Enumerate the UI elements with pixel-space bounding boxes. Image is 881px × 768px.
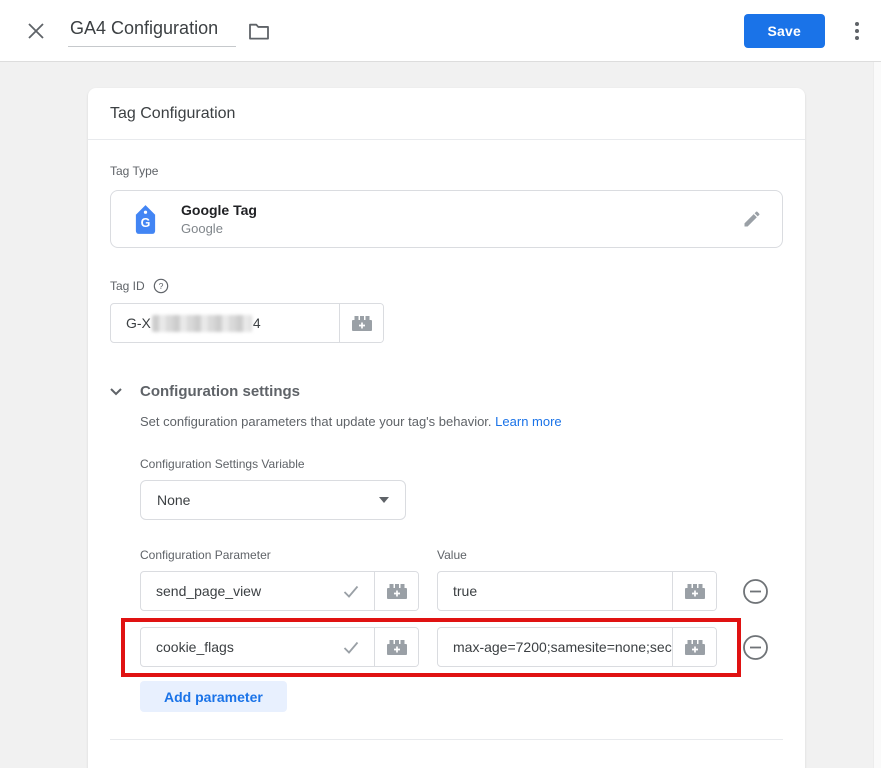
variable-picker-icon[interactable] xyxy=(339,304,383,342)
card-header: Tag Configuration xyxy=(88,88,805,140)
main-area: Tag Configuration Tag Type G Google Tag … xyxy=(0,62,881,768)
param-name-text: cookie_flags xyxy=(156,639,234,655)
param-value-input[interactable]: max-age=7200;samesite=none;sec xyxy=(438,628,672,666)
valid-check-icon xyxy=(343,585,359,598)
value-column-label: Value xyxy=(437,548,467,562)
remove-row-icon[interactable] xyxy=(742,634,769,661)
param-name-field-group: send_page_view xyxy=(140,571,419,611)
param-column-label: Configuration Parameter xyxy=(140,548,437,562)
variable-picker-icon[interactable] xyxy=(672,628,716,666)
parameter-row-highlighted: cookie_flags max-age=7200;samesite=none;… xyxy=(140,627,783,667)
parameter-column-labels: Configuration Parameter Value xyxy=(140,548,783,562)
config-variable-dropdown[interactable]: None xyxy=(140,480,406,520)
remove-row-icon[interactable] xyxy=(742,578,769,605)
tag-id-label-row: Tag ID ? xyxy=(110,278,783,294)
param-value-field-group: max-age=7200;samesite=none;sec xyxy=(437,627,717,667)
svg-text:?: ? xyxy=(158,281,163,291)
param-name-text: send_page_view xyxy=(156,583,261,599)
param-name-field-group: cookie_flags xyxy=(140,627,419,667)
tag-title-input[interactable]: GA4 Configuration xyxy=(68,15,236,47)
tag-configuration-card: Tag Configuration Tag Type G Google Tag … xyxy=(88,88,805,768)
help-icon[interactable]: ? xyxy=(153,278,169,294)
param-name-input[interactable]: send_page_view xyxy=(141,572,374,610)
param-value-text: max-age=7200;samesite=none;sec xyxy=(453,639,672,655)
config-variable-label: Configuration Settings Variable xyxy=(140,457,783,471)
parameter-row: send_page_view true xyxy=(140,571,783,611)
tag-id-suffix: 4 xyxy=(253,315,261,331)
param-value-text: true xyxy=(453,583,477,599)
chevron-down-icon xyxy=(110,388,122,396)
variable-picker-icon[interactable] xyxy=(374,628,418,666)
learn-more-link[interactable]: Learn more xyxy=(495,414,561,429)
configuration-settings-description: Set configuration parameters that update… xyxy=(140,414,783,429)
tag-id-input[interactable]: G-X 4 xyxy=(111,304,339,342)
tag-type-vendor: Google xyxy=(181,221,257,236)
folder-icon[interactable] xyxy=(248,22,270,40)
kebab-menu-icon[interactable] xyxy=(851,18,863,44)
configuration-settings-title: Configuration settings xyxy=(140,383,300,400)
valid-check-icon xyxy=(343,641,359,654)
tag-id-field-group: G-X 4 xyxy=(110,303,384,343)
tag-id-redacted-blur xyxy=(152,315,252,332)
param-name-input[interactable]: cookie_flags xyxy=(141,628,374,666)
close-icon[interactable] xyxy=(24,19,48,43)
svg-text:G: G xyxy=(140,216,150,230)
tag-type-selector[interactable]: G Google Tag Google xyxy=(110,190,783,248)
tag-type-label: Tag Type xyxy=(110,164,783,178)
scrollbar[interactable] xyxy=(873,62,881,768)
param-value-field-group: true xyxy=(437,571,717,611)
configuration-settings-content: Set configuration parameters that update… xyxy=(140,414,783,712)
description-text: Set configuration parameters that update… xyxy=(140,414,492,429)
dropdown-caret-icon xyxy=(379,497,389,503)
tag-type-texts: Google Tag Google xyxy=(181,202,257,236)
google-tag-icon: G xyxy=(131,204,159,235)
card-title: Tag Configuration xyxy=(110,105,235,123)
add-parameter-button[interactable]: Add parameter xyxy=(140,681,287,712)
param-value-input[interactable]: true xyxy=(438,572,672,610)
configuration-settings-expander[interactable]: Configuration settings xyxy=(110,383,783,400)
tag-type-name: Google Tag xyxy=(181,202,257,218)
config-variable-value: None xyxy=(157,492,190,508)
topbar: GA4 Configuration Save xyxy=(0,0,881,62)
tag-id-prefix: G-X xyxy=(126,315,151,331)
tag-id-label: Tag ID xyxy=(110,279,145,293)
edit-pencil-icon[interactable] xyxy=(742,209,762,229)
section-divider xyxy=(110,739,783,740)
variable-picker-icon[interactable] xyxy=(374,572,418,610)
save-button[interactable]: Save xyxy=(744,14,826,48)
card-body: Tag Type G Google Tag Google xyxy=(88,164,805,768)
variable-picker-icon[interactable] xyxy=(672,572,716,610)
